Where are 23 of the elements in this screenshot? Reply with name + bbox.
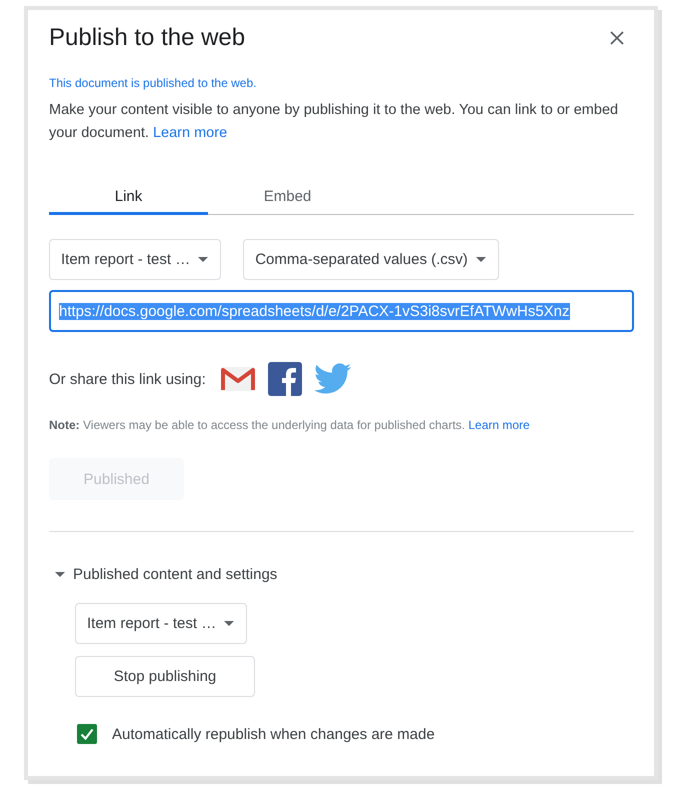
learn-more-link[interactable]: Learn more (152, 125, 228, 141)
checkbox[interactable] (77, 724, 97, 744)
caret-icon (476, 257, 486, 262)
share-label: Or share this link using: (49, 370, 206, 388)
caret-icon (55, 572, 65, 577)
caret-icon (198, 257, 208, 262)
facebook-icon[interactable] (268, 362, 302, 396)
note-text: Note: Viewers may be able to access the underlying data for published charts. Learn more (49, 418, 531, 432)
mail-icon[interactable] (220, 366, 256, 392)
tab[interactable]: Link (49, 181, 208, 215)
settings-expander[interactable]: Published content and settings (49, 566, 634, 583)
dropdown[interactable]: Comma-separated values (.csv) (243, 239, 499, 280)
dropdown[interactable]: Item report - test … (49, 239, 222, 280)
stop-publishing-button[interactable]: Stop publishing (75, 656, 255, 697)
dropdown[interactable]: Item report - test … (75, 603, 248, 644)
publish-status: This document is published to the web. (49, 76, 258, 90)
tab[interactable]: Embed (208, 181, 367, 215)
dialog-title: Publish to the web (49, 24, 246, 52)
caret-icon (224, 621, 234, 626)
learn-more-link[interactable]: Learn more (468, 418, 530, 432)
close-button[interactable] (610, 31, 624, 45)
description: Make your content visible to anyone by publishing it to the web. You can link to or embed your document. Learn more (49, 101, 620, 143)
checkbox-label: Automatically republish when changes are made (112, 726, 435, 742)
